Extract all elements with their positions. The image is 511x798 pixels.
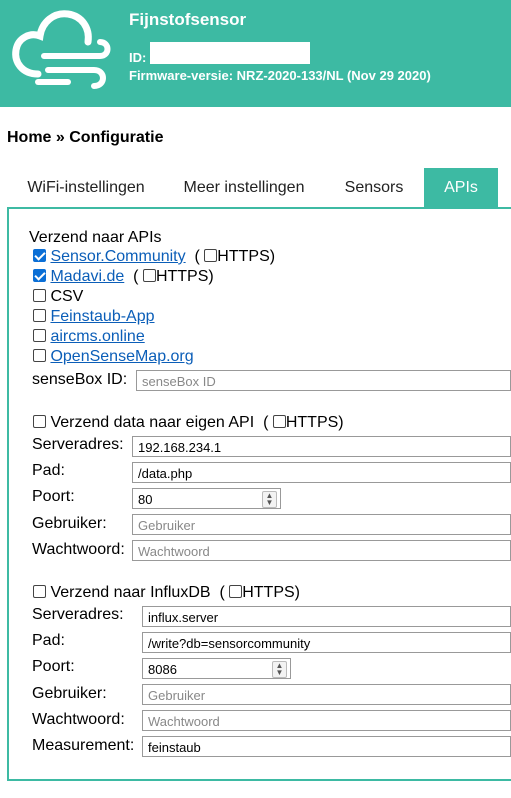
influx-path-label: Pad:: [32, 632, 65, 649]
sensebox-id-input[interactable]: senseBox ID: [136, 370, 511, 391]
opensensemap-row: OpenSenseMap.org: [33, 348, 194, 366]
influx-server-input[interactable]: influx.server: [142, 606, 511, 627]
influx-pass-label: Wachtwoord:: [32, 711, 125, 728]
sensor-community-link[interactable]: Sensor.Community: [50, 248, 185, 265]
csv-row: CSV: [33, 288, 83, 306]
custom-path-label: Pad:: [32, 462, 65, 479]
influx-heading: Verzend naar InfluxDB: [50, 584, 211, 601]
influx-port-label: Poort:: [32, 658, 75, 675]
app-title: Fijnstofsensor: [129, 10, 247, 29]
csv-label: CSV: [50, 288, 84, 305]
custom-port-value: 80: [138, 492, 153, 507]
csv-checkbox[interactable]: [33, 289, 46, 302]
custom-port-stepper-icon[interactable]: ▲ ▼: [262, 491, 277, 508]
sensor-community-https-checkbox[interactable]: [204, 249, 218, 262]
influx-measurement-input[interactable]: feinstaub: [142, 736, 511, 757]
custom-server-input[interactable]: 192.168.234.1: [132, 436, 511, 457]
custom-path-input[interactable]: /data.php: [132, 462, 511, 483]
custom-api-https-checkbox[interactable]: [272, 415, 286, 428]
device-id-redacted: [150, 42, 310, 64]
custom-user-label: Gebruiker:: [32, 515, 107, 532]
opensensemap-checkbox[interactable]: [33, 349, 46, 362]
sensebox-id-label: senseBox ID:: [32, 371, 128, 388]
madavi-link[interactable]: Madavi.de: [50, 268, 124, 285]
influx-user-input[interactable]: Gebruiker: [142, 684, 511, 705]
influx-port-stepper-icon[interactable]: ▲ ▼: [272, 661, 287, 678]
influx-checkbox[interactable]: [33, 585, 46, 598]
custom-api-heading-row: Verzend data naar eigen API ( HTTPS): [33, 414, 344, 432]
influx-https-checkbox[interactable]: [229, 585, 243, 598]
influx-path-input[interactable]: /write?db=sensorcommunity: [142, 632, 511, 653]
tab-more-settings[interactable]: Meer instellingen: [170, 168, 318, 208]
feinstaub-row: Feinstaub-App: [33, 308, 155, 326]
feinstaub-checkbox[interactable]: [33, 309, 46, 322]
tab-wifi-settings[interactable]: WiFi-instellingen: [12, 168, 160, 208]
influx-port-input[interactable]: 8086 ▲ ▼: [142, 658, 291, 679]
influx-port-value: 8086: [148, 662, 177, 677]
aircms-link[interactable]: aircms.online: [50, 328, 144, 345]
influx-server-label: Serveradres:: [32, 606, 124, 623]
tab-bar: WiFi-instellingen Meer instellingen Sens…: [0, 168, 511, 208]
madavi-row: Madavi.de ( HTTPS): [33, 268, 214, 286]
influx-https-label: HTTPS: [242, 584, 295, 601]
custom-api-https-label: HTTPS: [285, 414, 339, 431]
custom-user-input[interactable]: Gebruiker: [132, 514, 511, 535]
custom-port-label: Poort:: [32, 488, 75, 505]
aircms-checkbox[interactable]: [33, 329, 46, 342]
apis-heading: Verzend naar APIs: [29, 229, 162, 246]
custom-pass-input[interactable]: Wachtwoord: [132, 540, 511, 561]
influx-heading-row: Verzend naar InfluxDB ( HTTPS): [33, 584, 300, 602]
madavi-checkbox[interactable]: [33, 269, 46, 282]
madavi-https-checkbox[interactable]: [142, 269, 156, 282]
custom-api-checkbox[interactable]: [33, 415, 46, 428]
tab-apis[interactable]: APIs: [424, 168, 498, 208]
custom-server-label: Serveradres:: [32, 436, 124, 453]
aircms-row: aircms.online: [33, 328, 145, 346]
influx-user-label: Gebruiker:: [32, 685, 107, 702]
custom-port-input[interactable]: 80 ▲ ▼: [132, 488, 281, 509]
custom-api-heading: Verzend data naar eigen API: [50, 414, 255, 431]
opensensemap-link[interactable]: OpenSenseMap.org: [50, 348, 193, 365]
breadcrumb: Home » Configuratie: [7, 129, 164, 146]
sensor-community-checkbox[interactable]: [33, 249, 46, 262]
header-bar: Fijnstofsensor ID: Firmware-versie: NRZ-…: [0, 0, 511, 107]
feinstaub-link[interactable]: Feinstaub-App: [50, 308, 154, 325]
sensor-community-row: Sensor.Community ( HTTPS): [33, 248, 275, 266]
cloud-wind-logo-icon: [12, 10, 111, 89]
influx-measurement-label: Measurement:: [32, 737, 135, 754]
custom-pass-label: Wachtwoord:: [32, 541, 125, 558]
sensor-community-https-label: HTTPS: [217, 248, 270, 265]
madavi-https-label: HTTPS: [155, 268, 209, 285]
influx-pass-input[interactable]: Wachtwoord: [142, 710, 511, 731]
device-id-label: ID:: [129, 50, 147, 65]
tab-sensors[interactable]: Sensors: [328, 168, 420, 208]
firmware-version: Firmware-versie: NRZ-2020-133/NL (Nov 29…: [129, 68, 431, 83]
